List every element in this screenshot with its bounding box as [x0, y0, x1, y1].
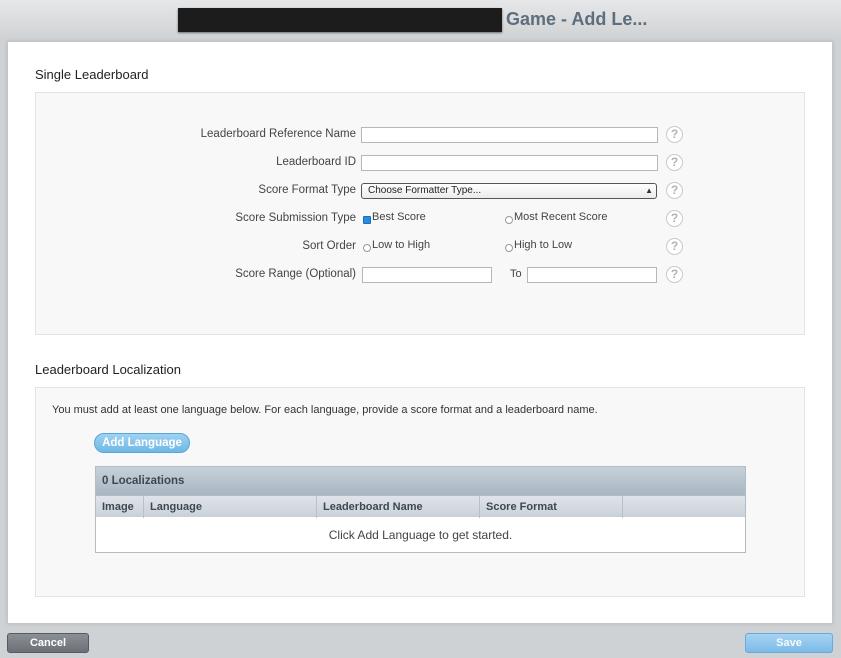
window-titlebar: Game - Add Le...: [0, 0, 841, 40]
low-to-high-radio[interactable]: [363, 244, 371, 252]
score-range-max-input[interactable]: [527, 267, 657, 283]
help-icon[interactable]: ?: [666, 154, 683, 171]
high-to-low-label[interactable]: High to Low: [514, 239, 572, 251]
submission-type-label: Score Submission Type: [235, 212, 356, 224]
help-icon[interactable]: ?: [666, 210, 683, 227]
score-range-to-label: To: [510, 268, 522, 280]
help-icon[interactable]: ?: [666, 126, 683, 143]
score-format-value: Choose Formatter Type...: [368, 185, 482, 196]
localizations-count: 0 Localizations: [96, 467, 745, 495]
score-format-select[interactable]: Choose Formatter Type... ▲: [361, 183, 657, 199]
help-icon[interactable]: ?: [666, 238, 683, 255]
localization-heading: Leaderboard Localization: [35, 362, 181, 377]
high-to-low-radio[interactable]: [505, 244, 513, 252]
score-range-label: Score Range (Optional): [235, 268, 356, 280]
sort-order-label: Sort Order: [302, 240, 356, 252]
reference-name-input[interactable]: [361, 127, 658, 143]
reference-name-label: Leaderboard Reference Name: [200, 128, 356, 140]
score-format-label: Score Format Type: [258, 184, 356, 196]
most-recent-score-label[interactable]: Most Recent Score: [514, 211, 608, 223]
leaderboard-id-label: Leaderboard ID: [276, 156, 356, 168]
table-header-row: Image Language Leaderboard Name Score Fo…: [96, 495, 745, 518]
column-header-score-format[interactable]: Score Format: [480, 496, 623, 518]
most-recent-score-radio[interactable]: [505, 216, 513, 224]
help-icon[interactable]: ?: [666, 182, 683, 199]
best-score-label[interactable]: Best Score: [372, 211, 426, 223]
leaderboard-id-input[interactable]: [361, 155, 658, 171]
cancel-button[interactable]: Cancel: [7, 633, 89, 653]
help-icon[interactable]: ?: [666, 266, 683, 283]
table-empty-message: Click Add Language to get started.: [328, 528, 513, 542]
column-header-leaderboard-name[interactable]: Leaderboard Name: [317, 496, 480, 518]
single-leaderboard-heading: Single Leaderboard: [35, 67, 149, 82]
redacted-app-name: [178, 8, 502, 32]
select-arrows-icon: ▲: [645, 186, 653, 195]
window-title: Game - Add Le...: [506, 9, 648, 29]
localizations-table: 0 Localizations Image Language Leaderboa…: [95, 466, 746, 553]
best-score-radio[interactable]: [363, 216, 371, 224]
localization-note: You must add at least one language below…: [52, 404, 598, 416]
score-range-min-input[interactable]: [362, 267, 492, 283]
add-language-button[interactable]: Add Language: [94, 433, 190, 453]
column-header-language[interactable]: Language: [144, 496, 317, 518]
low-to-high-label[interactable]: Low to High: [372, 239, 430, 251]
column-header-image[interactable]: Image: [96, 496, 144, 518]
save-button[interactable]: Save: [745, 633, 833, 653]
